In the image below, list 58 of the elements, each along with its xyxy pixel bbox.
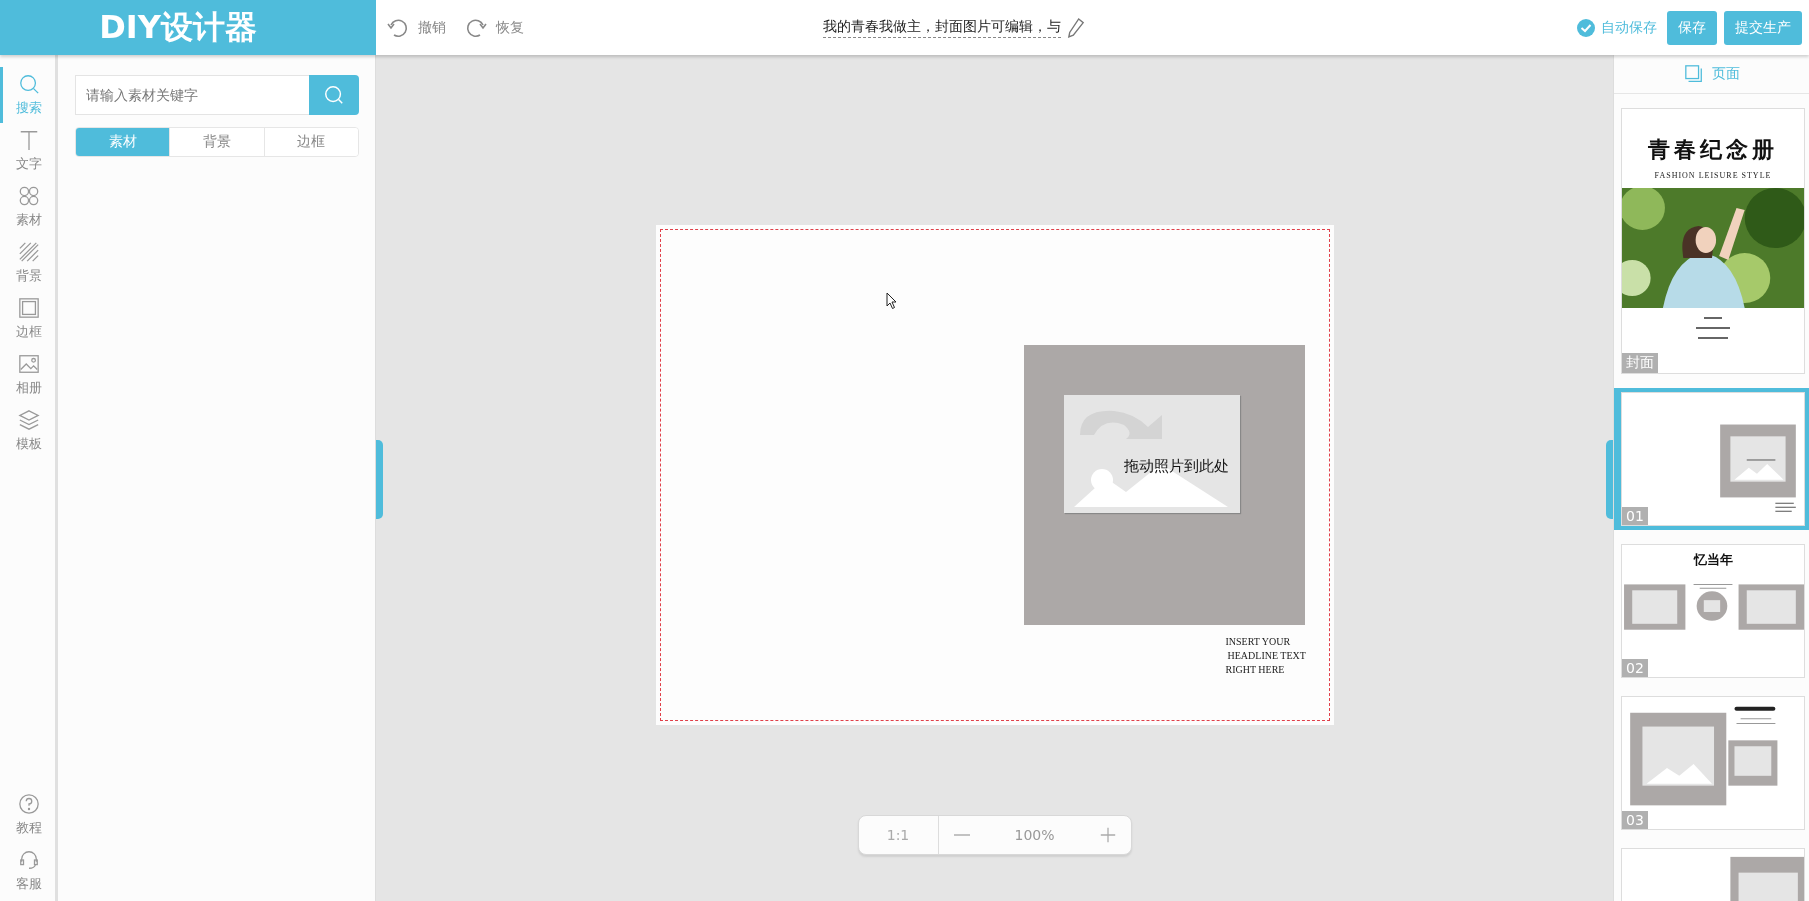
placeholder-text: 拖动照片到此处 — [1123, 457, 1229, 476]
pages-tab[interactable]: 页面 — [1711, 65, 1740, 83]
image-icon — [18, 353, 40, 375]
page-title: 忆当年 — [1692, 551, 1734, 569]
logo: DIY设计器 — [0, 0, 376, 55]
layers-icon — [18, 409, 40, 431]
search-icon — [18, 73, 40, 95]
autosave-toggle[interactable]: 自动保存 — [1576, 17, 1657, 38]
headline-text: INSERT YOUR HEADLINE TEXT RIGHT HERE — [1225, 635, 1306, 677]
collapse-handle[interactable] — [376, 440, 383, 519]
search-icon — [323, 84, 345, 106]
minus-icon — [953, 834, 970, 836]
redo-button[interactable]: 恢复 — [464, 15, 524, 40]
category-tab[interactable]: 边框 — [263, 128, 358, 156]
pencil-icon[interactable] — [1067, 16, 1085, 39]
undo-button[interactable]: 撤销 — [386, 15, 446, 40]
help-icon — [18, 793, 40, 815]
submit-button[interactable]: 提交生产 — [1724, 10, 1802, 45]
text-lines-drawing — [1693, 583, 1733, 589]
page-thumbnail[interactable]: 01 — [1614, 388, 1809, 530]
page-label: 03 — [1622, 811, 1648, 829]
stripes-icon — [18, 241, 40, 263]
document-title[interactable]: 我的青春我做主，封面图片可编辑，与 — [823, 17, 1061, 38]
search-button[interactable] — [309, 75, 359, 115]
tool-tab[interactable]: 素材 — [0, 179, 55, 235]
tool-tab[interactable]: 背景 — [0, 235, 55, 291]
category-tab[interactable]: 素材 — [76, 128, 170, 156]
photo-placeholder — [1624, 584, 1686, 630]
cursor-icon — [885, 292, 898, 310]
search-field[interactable]: 请输入素材关键字 — [75, 75, 309, 115]
tool-tab[interactable]: 边框 — [0, 291, 55, 347]
pages-icon — [1683, 64, 1704, 84]
tutorial-button[interactable]: 教程 — [0, 787, 55, 843]
tool-tab[interactable]: 搜索 — [0, 67, 55, 123]
tool-tab[interactable]: 相册 — [0, 347, 55, 403]
page-label: 01 — [1622, 507, 1648, 525]
tool-tab[interactable]: 模板 — [0, 403, 55, 459]
page-label: 02 — [1622, 659, 1648, 677]
photo-slot[interactable]: 拖动照片到此处 — [1023, 345, 1305, 625]
cover-title: 青春纪念册 — [1648, 135, 1778, 164]
caption-drawing — [1695, 316, 1731, 340]
tool-tab[interactable]: 文字 — [0, 123, 55, 179]
circles-icon — [18, 185, 40, 207]
service-button[interactable]: 客服 — [0, 843, 55, 899]
cover-subtitle: FASHION LEISURE STYLE — [1654, 171, 1772, 180]
photo-placeholder — [1696, 591, 1728, 621]
save-button[interactable]: 保存 — [1667, 10, 1717, 45]
text-icon — [18, 129, 40, 151]
frame-icon — [18, 297, 40, 319]
text-lines-drawing — [1774, 502, 1797, 512]
headset-icon — [18, 849, 40, 871]
zoom-level: 100% — [1013, 827, 1056, 843]
collapse-handle[interactable] — [1606, 440, 1613, 519]
text-lines-drawing — [1734, 706, 1776, 725]
plus-icon — [1098, 826, 1117, 844]
photo-placeholder — [1738, 584, 1804, 630]
page-label: 封面 — [1622, 353, 1658, 373]
actual-size-button[interactable]: 1:1 — [858, 816, 939, 854]
